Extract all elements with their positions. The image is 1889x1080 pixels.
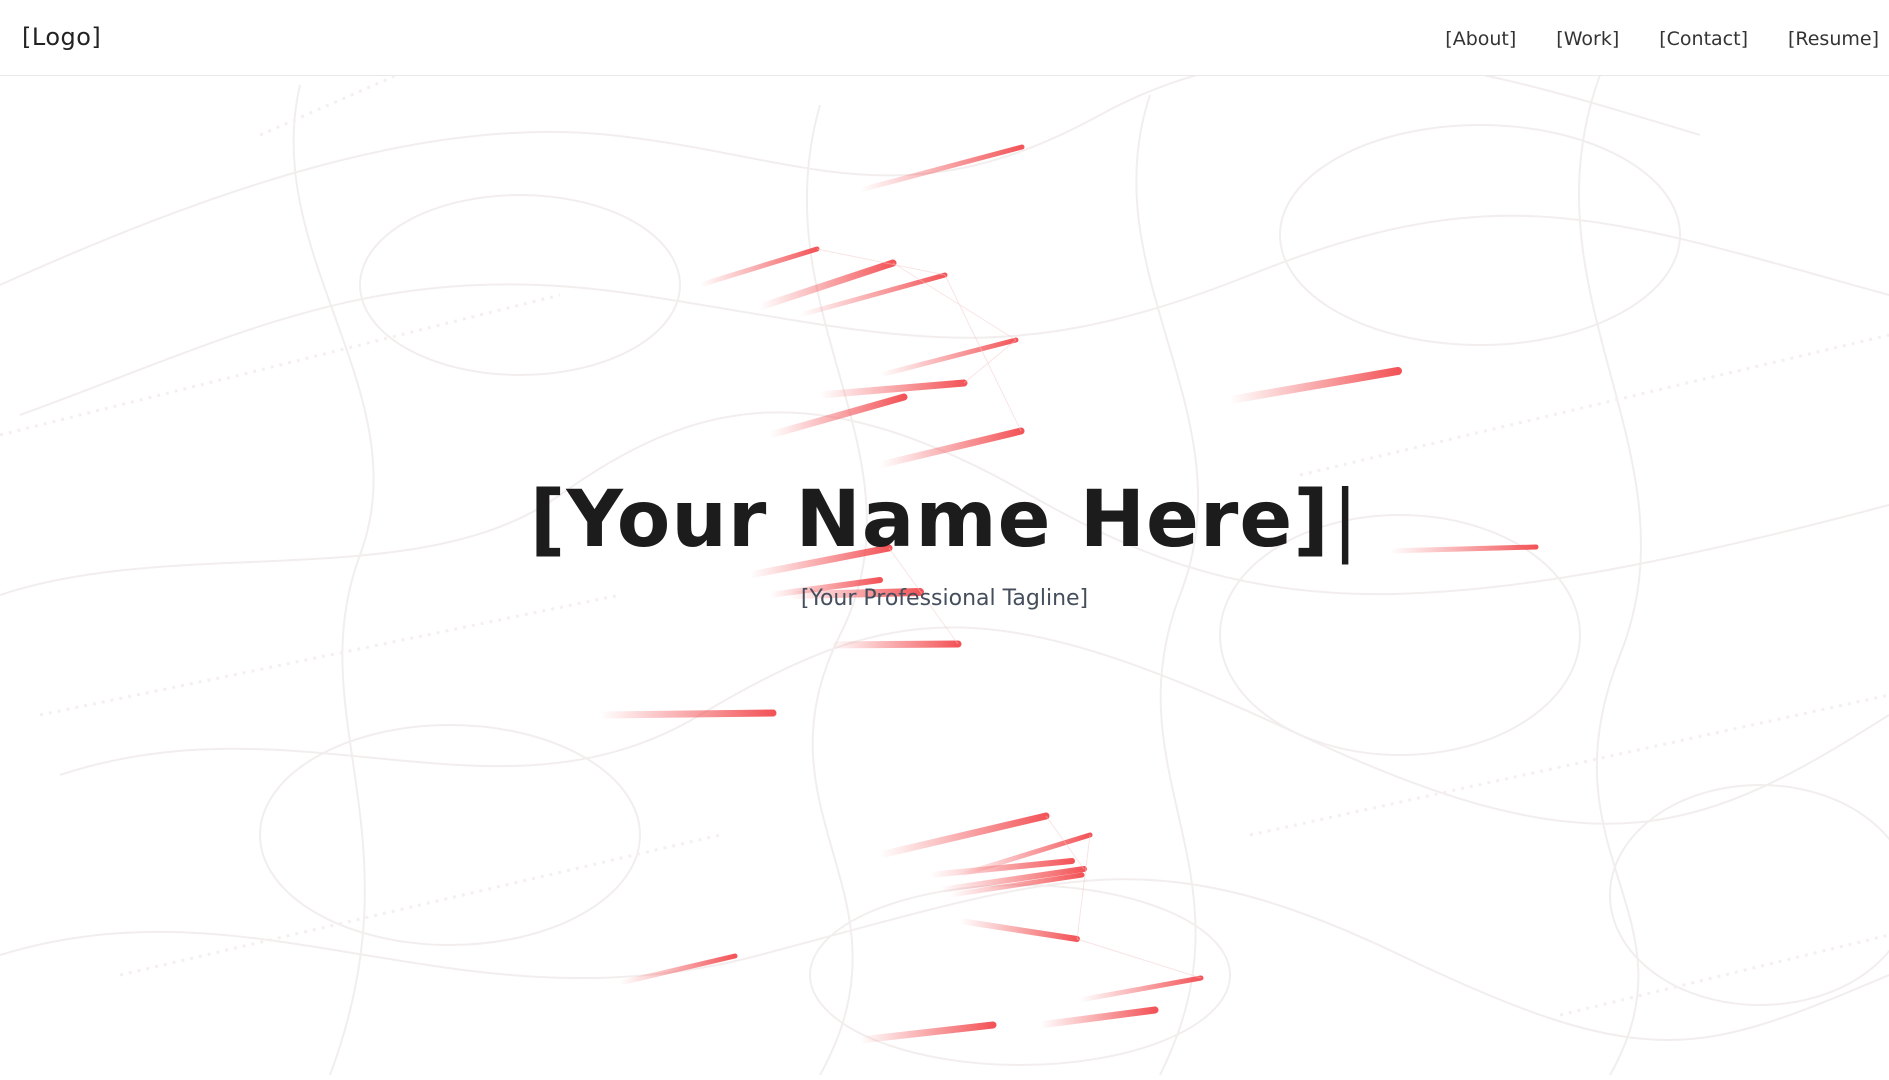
- nav-link-resume[interactable]: [Resume]: [1788, 24, 1879, 54]
- nav-link-work[interactable]: [Work]: [1556, 24, 1619, 54]
- hero-section: [Your Name Here]| [Your Professional Tag…: [0, 470, 1889, 614]
- main-nav: [About] [Work] [Contact] [Resume]: [1445, 24, 1879, 54]
- typing-cursor: |: [1331, 475, 1360, 565]
- nav-link-about[interactable]: [About]: [1445, 24, 1516, 54]
- logo[interactable]: [Logo]: [22, 21, 101, 53]
- hero-name: [Your Name Here]: [529, 475, 1330, 565]
- site-header: [Logo] [About] [Work] [Contact] [Resume]: [0, 0, 1889, 76]
- hero-title: [Your Name Here]|: [530, 470, 1359, 570]
- hero-tagline: [Your Professional Tagline]: [800, 586, 1089, 611]
- nav-link-contact[interactable]: [Contact]: [1659, 24, 1748, 54]
